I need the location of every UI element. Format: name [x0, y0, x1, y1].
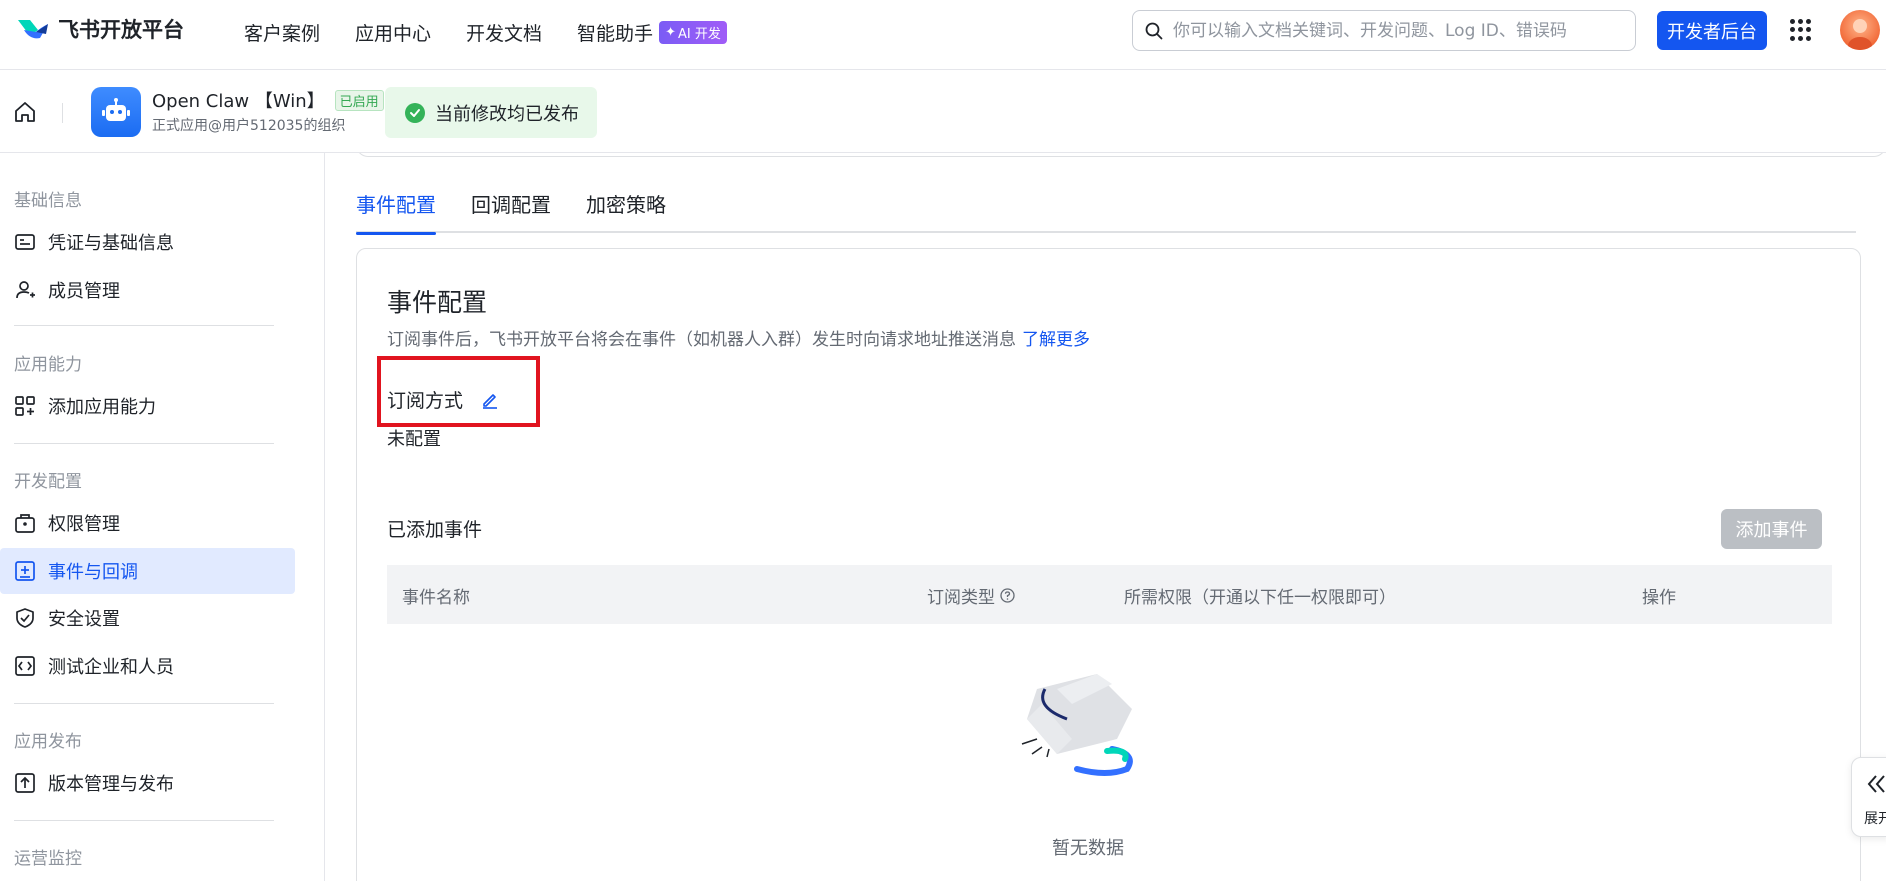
logo-text: 飞书开放平台	[58, 18, 184, 42]
nav-dev-docs[interactable]: 开发文档	[466, 19, 542, 46]
previous-card-edge	[356, 153, 1886, 157]
sidebar-item-members[interactable]: 成员管理	[0, 267, 295, 313]
edit-icon[interactable]	[481, 391, 499, 409]
sidebar-item-label: 事件与回调	[48, 562, 138, 583]
sparkle-icon: ✦	[665, 24, 676, 40]
event-icon	[15, 561, 35, 581]
expand-panel-toggle[interactable]: 展开	[1851, 757, 1886, 837]
sidebar-item-label: 版本管理与发布	[48, 774, 174, 795]
avatar-figure-icon	[1848, 19, 1872, 50]
sidebar-item-label: 凭证与基础信息	[48, 233, 174, 254]
sidebar-divider	[14, 325, 274, 326]
sidebar-item-add-ability[interactable]: 添加应用能力	[0, 383, 295, 429]
appbar-divider	[62, 103, 63, 123]
sidebar-item-label: 添加应用能力	[48, 397, 156, 418]
subscribe-method-label: 订阅方式	[387, 390, 464, 412]
subscribe-method-row: 订阅方式	[387, 386, 499, 413]
ai-badge: ✦ AI 开发	[659, 20, 727, 44]
sidebar-item-credentials[interactable]: 凭证与基础信息	[0, 219, 295, 265]
sidebar-item-label: 成员管理	[48, 281, 120, 302]
sidebar-item-test-users[interactable]: 测试企业和人员	[0, 643, 295, 689]
app-ability-icon	[15, 396, 35, 416]
tab-bar: 事件配置 回调配置 加密策略	[356, 189, 1856, 235]
search-icon	[1145, 22, 1163, 39]
column-subscribe-type: 订阅类型	[927, 583, 1015, 608]
sidebar-group-publish: 应用发布	[14, 732, 82, 752]
app-name-row: Open Claw 【Win】 已启用	[152, 87, 384, 113]
sidebar-item-label: 安全设置	[48, 609, 120, 630]
member-icon	[16, 281, 35, 299]
empty-state-text: 暂无数据	[1052, 838, 1124, 859]
column-actions: 操作	[1642, 588, 1676, 608]
tab-encryption[interactable]: 加密策略	[586, 189, 666, 233]
help-icon[interactable]	[1000, 588, 1015, 603]
credential-icon	[15, 234, 35, 250]
column-subscribe-type-label: 订阅类型	[927, 588, 995, 608]
sidebar-item-security[interactable]: 安全设置	[0, 595, 295, 641]
double-chevron-left-icon	[1867, 775, 1885, 793]
subscribe-method-value: 未配置	[387, 429, 441, 450]
app-robot-icon	[91, 87, 141, 137]
sidebar-group-monitor: 运营监控	[14, 849, 82, 869]
top-nav: 客户案例 应用中心 开发文档 智能助手 ✦ AI 开发	[244, 0, 727, 64]
publish-status-banner: 当前修改均已发布	[385, 87, 597, 138]
nav-smart-assistant[interactable]: 智能助手 ✦ AI 开发	[577, 19, 727, 46]
app-status-badge: 已启用	[334, 89, 384, 111]
test-icon	[15, 656, 35, 676]
column-event-name: 事件名称	[402, 588, 470, 608]
sidebar-item-versions[interactable]: 版本管理与发布	[0, 760, 295, 806]
sidebar: 基础信息 凭证与基础信息 成员管理 应用能力 添加应用能力 开发配置 权限管理 …	[0, 153, 325, 881]
ai-badge-label: AI 开发	[677, 26, 721, 42]
dev-console-button[interactable]: 开发者后台	[1657, 11, 1767, 50]
sidebar-item-label: 权限管理	[48, 514, 120, 535]
sidebar-divider	[14, 820, 274, 821]
apps-grid-icon[interactable]	[1790, 19, 1812, 41]
feishu-logo-icon	[18, 20, 48, 39]
app-subtitle: 正式应用@用户512035的组织	[152, 118, 346, 134]
shield-icon	[16, 608, 34, 628]
sidebar-divider	[14, 703, 274, 704]
search-box[interactable]	[1132, 10, 1636, 51]
nav-app-center[interactable]: 应用中心	[355, 19, 431, 46]
sidebar-item-events[interactable]: 事件与回调	[0, 548, 295, 594]
event-config-card: 事件配置 订阅事件后，飞书开放平台将会在事件（如机器人入群）发生时向请求地址推送…	[356, 248, 1861, 881]
upload-icon	[15, 773, 35, 793]
sidebar-group-basic: 基础信息	[14, 191, 82, 211]
add-event-button[interactable]: 添加事件	[1721, 509, 1822, 549]
feishu-logo[interactable]: 飞书开放平台	[16, 14, 184, 44]
search-input[interactable]	[1173, 20, 1613, 41]
permission-icon	[15, 514, 35, 533]
home-icon[interactable]	[12, 99, 38, 125]
empty-box-illustration	[1021, 674, 1133, 776]
sidebar-item-label: 测试企业和人员	[48, 657, 174, 678]
sidebar-item-permissions[interactable]: 权限管理	[0, 500, 295, 546]
sidebar-divider	[14, 443, 274, 444]
avatar[interactable]	[1840, 10, 1880, 50]
card-title: 事件配置	[387, 288, 488, 317]
expand-label: 展开	[1864, 811, 1886, 827]
check-circle-icon	[405, 102, 425, 123]
sidebar-group-dev: 开发配置	[14, 472, 82, 492]
card-description: 订阅事件后，飞书开放平台将会在事件（如机器人入群）发生时向请求地址推送消息 了解更…	[387, 325, 1090, 350]
tab-callback-config[interactable]: 回调配置	[471, 189, 551, 233]
app-name: Open Claw 【Win】	[152, 91, 325, 112]
tab-event-config[interactable]: 事件配置	[356, 189, 436, 235]
app-bar: Open Claw 【Win】 已启用 正式应用@用户512035的组织 当前修…	[0, 71, 1886, 153]
learn-more-link[interactable]: 了解更多	[1022, 330, 1090, 350]
nav-smart-assistant-label: 智能助手	[577, 22, 654, 45]
added-events-label: 已添加事件	[387, 519, 483, 541]
nav-customer-cases[interactable]: 客户案例	[244, 19, 320, 46]
sidebar-group-ability: 应用能力	[14, 355, 82, 375]
top-header: 飞书开放平台 客户案例 应用中心 开发文档 智能助手 ✦ AI 开发 开发者后台	[0, 0, 1886, 70]
column-permissions: 所需权限（开通以下任一权限即可）	[1124, 588, 1396, 608]
description-text: 订阅事件后，飞书开放平台将会在事件（如机器人入群）发生时向请求地址推送消息	[387, 330, 1016, 350]
publish-status-text: 当前修改均已发布	[435, 103, 579, 125]
main-content: 事件配置 回调配置 加密策略 事件配置 订阅事件后，飞书开放平台将会在事件（如机…	[326, 153, 1886, 881]
events-table-header: 事件名称 订阅类型 所需权限（开通以下任一权限即可） 操作	[387, 565, 1832, 624]
